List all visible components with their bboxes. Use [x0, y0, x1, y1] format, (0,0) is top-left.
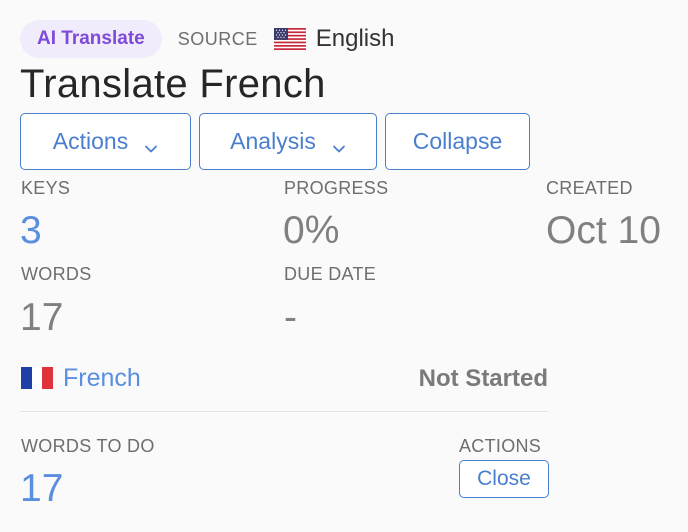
actions-button-label: Actions — [52, 128, 129, 154]
ai-translate-badge: AI Translate — [20, 20, 162, 58]
fr-flag-icon — [21, 367, 54, 389]
us-flag-icon — [273, 28, 306, 50]
toolbar: Actions Analysis Collapse — [20, 113, 530, 170]
divider — [20, 411, 548, 412]
words-value: 17 — [20, 296, 64, 339]
words-to-do-label: WORDS TO DO — [21, 436, 155, 456]
close-button-label: Close — [477, 467, 531, 490]
due-date-label: DUE DATE — [284, 264, 377, 284]
progress-value: 0% — [283, 209, 340, 252]
page-title: Translate French — [20, 62, 326, 106]
created-label: CREATED — [546, 178, 633, 198]
analysis-button-label: Analysis — [230, 128, 316, 154]
keys-value[interactable]: 3 — [20, 209, 42, 253]
analysis-dropdown-button[interactable]: Analysis — [199, 113, 377, 170]
chevron-down-icon — [144, 135, 158, 152]
progress-label: PROGRESS — [284, 178, 389, 198]
words-label: WORDS — [21, 264, 92, 284]
keys-label: KEYS — [21, 178, 71, 198]
actions-dropdown-button[interactable]: Actions — [20, 113, 191, 170]
source-label: SOURCE — [177, 28, 258, 49]
header-row: AI Translate SOURCE English — [20, 20, 394, 58]
chevron-down-icon — [332, 135, 346, 152]
actions-label: ACTIONS — [459, 436, 542, 456]
collapse-button[interactable]: Collapse — [385, 113, 530, 170]
words-to-do-value[interactable]: 17 — [20, 467, 63, 511]
due-date-value: - — [284, 296, 297, 339]
close-button[interactable]: Close — [459, 460, 549, 498]
status-badge: Not Started — [418, 365, 548, 392]
created-value: Oct 10 — [546, 209, 661, 252]
target-language-link[interactable]: French — [63, 364, 141, 393]
translation-job-card: AI Translate SOURCE English Translate Fr… — [0, 0, 688, 532]
source-language: English — [315, 25, 395, 52]
collapse-button-label: Collapse — [412, 128, 503, 154]
